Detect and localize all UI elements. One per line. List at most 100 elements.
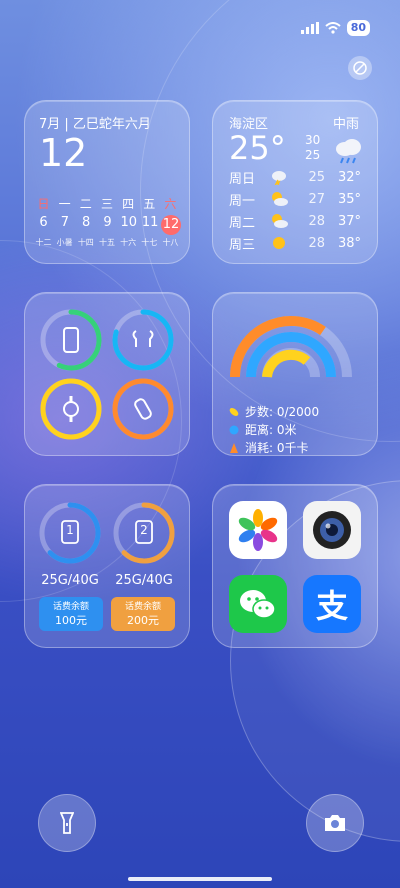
date-cell: 10 — [120, 215, 138, 230]
steps-row: 步数: 0/2000 — [229, 403, 319, 420]
footprint-icon — [229, 407, 239, 416]
date-cell: 8 — [82, 215, 91, 230]
forecast-day: 周三 — [229, 237, 256, 253]
current-temperature: 25° — [229, 129, 286, 167]
date-cell: 7 — [60, 215, 69, 230]
watch-icon — [63, 401, 79, 417]
distance-row: 距离: 0米 — [229, 421, 297, 438]
date-cell: 11 — [141, 215, 159, 230]
steps-text: 步数: 0/2000 — [245, 405, 320, 419]
lunar-cell: 十八 — [162, 238, 179, 247]
flame-icon — [230, 442, 238, 453]
forecast-high: 37° — [337, 213, 361, 229]
today-low: 25 — [305, 148, 321, 162]
location-pin-icon — [229, 425, 239, 434]
device-rings — [40, 309, 174, 440]
forecast-high: 35° — [337, 191, 361, 207]
activity-widget[interactable]: 步数: 0/2000 距离: 0米 消耗: 0千卡 — [212, 292, 378, 456]
calendar-lunar-dates: 十二 小暑 十四 十五 十六 十七 十八 — [33, 237, 181, 248]
date-cell: 9 — [103, 215, 112, 230]
camera-icon — [325, 815, 345, 831]
band-icon — [134, 398, 152, 420]
thunder-rain-icon — [272, 171, 286, 185]
forecast-low: 28 — [308, 235, 325, 251]
weekday-label: 四 — [122, 197, 135, 211]
forecast-high: 38° — [337, 235, 361, 251]
photos-app-icon[interactable] — [229, 501, 287, 559]
date-cell: 6 — [39, 215, 48, 230]
fee-amount: 200元 — [127, 614, 159, 627]
phone-icon — [63, 327, 79, 353]
home-indicator[interactable] — [128, 877, 272, 881]
sim1-data-usage: 25G/40G — [41, 573, 99, 588]
weather-condition: 中雨 — [332, 117, 359, 132]
sim2-data-usage: 25G/40G — [115, 573, 173, 588]
weekday-label: 五 — [143, 197, 156, 211]
calendar-dates: 6 7 8 9 10 11 12 — [33, 215, 181, 235]
rain-cloud-icon — [336, 139, 361, 164]
theme-toggle-button[interactable] — [348, 56, 372, 80]
weekday-label: 一 — [58, 197, 71, 211]
sim-slot-1: 1 — [66, 523, 74, 537]
lunar-cell: 十五 — [98, 238, 115, 247]
forecast-day: 周二 — [229, 215, 256, 231]
forecast-row: 周日 25 32° — [229, 167, 361, 187]
weekday-label: 六 — [164, 197, 177, 211]
alipay-glyph: 支 — [315, 587, 348, 625]
signal-icon — [300, 22, 319, 34]
sim2-balance-button[interactable]: 话费余额 200元 — [111, 597, 175, 631]
sim1-balance-button[interactable]: 话费余额 100元 — [39, 597, 103, 631]
distance-text: 距离: 0米 — [245, 423, 297, 437]
forecast-row: 周二 28 37° — [229, 211, 361, 231]
battery-indicator: 80 — [346, 20, 370, 36]
forecast-low: 27 — [308, 191, 325, 207]
forecast-high: 32° — [337, 169, 361, 185]
forecast-low: 28 — [308, 213, 325, 229]
calories-text: 消耗: 0千卡 — [245, 441, 309, 455]
partly-cloudy-icon — [272, 192, 288, 206]
fee-label: 话费余额 — [52, 602, 89, 612]
calories-row: 消耗: 0千卡 — [229, 439, 309, 456]
calendar-month-title: 7月 | 乙巳蛇年六月 — [39, 117, 151, 132]
status-bar: 80 — [300, 20, 370, 36]
fee-label: 话费余额 — [124, 602, 161, 612]
today-high-low: 30 25 — [305, 133, 320, 163]
weekday-label: 日 — [37, 197, 50, 211]
sim-data-widget[interactable]: 1 2 25G/40G 25G/40G 话费余额 100元 话费余额 200元 — [24, 484, 190, 648]
sunny-icon — [273, 237, 285, 249]
lunar-cell: 十七 — [141, 238, 158, 247]
flashlight-icon — [60, 812, 74, 834]
calendar-weekdays: 日 一 二 三 四 五 六 — [33, 195, 181, 212]
lunar-cell: 十六 — [120, 238, 137, 247]
sim-slot-2: 2 — [140, 523, 148, 537]
forecast-low: 25 — [308, 169, 325, 185]
forecast-day: 周一 — [229, 193, 256, 209]
today-high: 30 — [305, 133, 321, 147]
activity-rings — [230, 316, 352, 378]
device-battery-widget[interactable] — [24, 292, 190, 456]
weekday-label: 三 — [100, 197, 113, 211]
calendar-day-number: 12 — [39, 131, 88, 175]
half-moon-icon — [353, 61, 367, 75]
lunar-cell: 十二 — [35, 238, 52, 247]
forecast-row: 周一 27 35° — [229, 189, 361, 209]
camera-app-icon[interactable] — [303, 501, 361, 559]
wechat-app-icon[interactable] — [229, 575, 287, 633]
flashlight-button[interactable] — [38, 794, 96, 852]
weekday-label: 二 — [79, 197, 92, 211]
partly-cloudy-icon — [272, 214, 288, 228]
camera-shortcut-button[interactable] — [306, 794, 364, 852]
fee-amount: 100元 — [55, 614, 87, 627]
forecast-row: 周三 28 38° — [229, 233, 361, 253]
forecast-day: 周日 — [229, 171, 256, 187]
today-date-cell: 12 — [160, 215, 181, 235]
weather-widget[interactable]: 海淀区 中雨 25° 30 25 周日 25 32° 周一 27 35° 周二 … — [212, 100, 378, 264]
sim-rings — [39, 502, 175, 564]
wifi-icon — [325, 22, 341, 34]
alipay-app-icon[interactable]: 支 — [303, 575, 361, 633]
lunar-cell: 小暑 — [56, 238, 73, 247]
earbuds-icon — [132, 330, 137, 347]
lunar-cell: 十四 — [77, 238, 94, 247]
app-folder-widget: 支 — [212, 484, 378, 648]
calendar-widget[interactable]: 7月 | 乙巳蛇年六月 12 日 一 二 三 四 五 六 6 7 8 9 10 … — [24, 100, 190, 264]
